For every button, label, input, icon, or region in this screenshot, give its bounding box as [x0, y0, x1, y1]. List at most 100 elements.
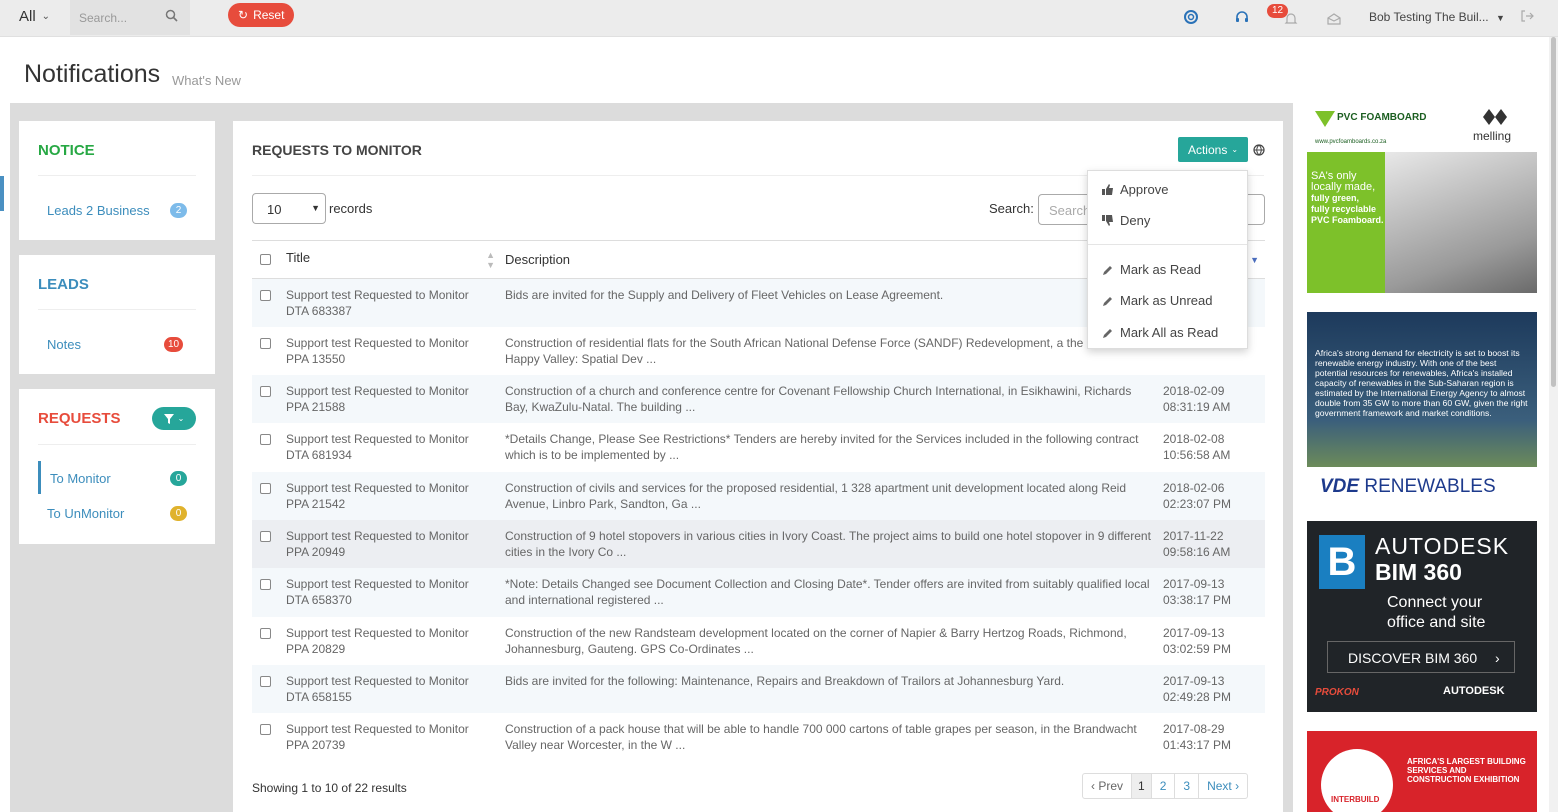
row-checkbox[interactable] — [260, 724, 271, 736]
menu-item-deny[interactable]: Deny — [1102, 213, 1150, 228]
ad-tagline: SA's only locally made, fully green, full… — [1311, 170, 1384, 226]
pagination-page-1[interactable]: 1 — [1131, 774, 1151, 798]
sidebar-item-leads2business[interactable]: Leads 2 Business — [47, 203, 150, 218]
table-row[interactable]: Support test Requested to Monitor DTA 658… — [252, 568, 1265, 617]
actions-button[interactable]: Actions ⌄ — [1178, 137, 1248, 162]
pagination-next[interactable]: Next › — [1198, 774, 1247, 798]
column-header-description[interactable]: Description — [505, 240, 1163, 279]
sidebar-item-notes[interactable]: Notes — [47, 337, 81, 352]
ad-pvc-foamboard[interactable]: PVC FOAMBOARD www.pvcfoamboards.co.za me… — [1307, 103, 1537, 293]
thumbs-down-icon — [1102, 215, 1113, 226]
headset-icon[interactable] — [1234, 9, 1250, 25]
select-all-checkbox[interactable] — [260, 253, 271, 265]
requests-title: REQUESTS — [38, 410, 121, 427]
table-row[interactable]: Support test Requested to Monitor PPA 209… — [252, 519, 1265, 569]
panel-title: REQUESTS TO MONITOR — [252, 142, 422, 158]
menu-divider — [1088, 244, 1247, 245]
ad-interbuild[interactable]: INTERBUILD AFRICA'S LARGEST BUILDING SER… — [1307, 731, 1537, 812]
envelope-icon[interactable] — [1326, 11, 1342, 27]
table-row[interactable]: Support test Requested to Monitor PPA 207… — [252, 713, 1265, 761]
ad-line2: BIM 360 — [1375, 559, 1462, 585]
row-checkbox[interactable] — [260, 530, 271, 542]
pagination-page-3[interactable]: 3 — [1174, 774, 1198, 798]
reset-button[interactable]: ↻ Reset — [228, 3, 295, 27]
user-menu[interactable]: Bob Testing The Buil... ▼ — [1369, 10, 1505, 24]
row-checkbox[interactable] — [260, 482, 271, 494]
pencil-icon — [1103, 265, 1112, 275]
lifebuoy-icon[interactable] — [1183, 9, 1199, 25]
row-checkbox[interactable] — [260, 290, 271, 301]
row-date: 2017-09-13 03:38:17 PM — [1163, 577, 1232, 608]
row-date: 2017-11-22 09:58:16 AM — [1163, 528, 1231, 559]
thumbs-up-icon — [1102, 184, 1113, 195]
chevron-down-icon: ▼ — [1495, 13, 1505, 23]
count-badge: 0 — [170, 471, 187, 486]
table-row[interactable]: Support test Requested to Monitor PPA 215… — [252, 471, 1265, 520]
ad-vde-brand[interactable]: VDE RENEWABLES — [1320, 476, 1496, 498]
ad-cta[interactable]: DISCOVER BIM 360 › — [1327, 641, 1515, 673]
sidebar-item-to-unmonitor[interactable]: To UnMonitor — [47, 506, 124, 521]
ad-foot-autodesk: AUTODESK — [1443, 685, 1505, 697]
divider — [38, 175, 196, 176]
row-description: Construction of a church and conference … — [505, 384, 1132, 415]
row-checkbox[interactable] — [260, 579, 271, 591]
records-per-page-value: 10 — [267, 202, 282, 217]
ad-partner: melling — [1473, 129, 1512, 143]
ad-autodesk-bim360[interactable]: B AUTODESK BIM 360 Connect your office an… — [1307, 521, 1537, 712]
menu-item-approve[interactable]: Approve — [1102, 182, 1168, 197]
row-title: Support test Requested to Monitor DTA 683… — [286, 288, 469, 318]
row-date: 2017-08-29 01:43:17 PM — [1163, 722, 1232, 753]
table-row[interactable]: Support test Requested to Monitor DTA 658… — [252, 664, 1265, 714]
pagination-page-2[interactable]: 2 — [1150, 774, 1175, 798]
table-row[interactable]: Support test Requested to Monitor PPA 208… — [252, 617, 1265, 665]
row-description: Construction of civils and services for … — [505, 480, 1127, 511]
row-checkbox[interactable] — [260, 337, 271, 349]
row-description: Construction of residential flats for th… — [505, 335, 1128, 366]
pagination: ‹ Prev 1 2 3 Next › — [1082, 773, 1249, 799]
ad-line1: AUTODESK — [1375, 533, 1510, 559]
chevron-down-icon: ⌄ — [41, 11, 51, 22]
leads-title: LEADS — [38, 276, 89, 293]
pagination-prev[interactable]: ‹ Prev — [1083, 774, 1131, 798]
actions-menu: Approve Deny Mark as Read Mark as Unread… — [1087, 170, 1248, 349]
row-description: Construction of a pack house that will b… — [505, 722, 1137, 753]
pvc-logo-icon — [1315, 111, 1335, 127]
row-title: Support test Requested to Monitor PPA 215… — [286, 480, 469, 511]
column-header-title[interactable]: Title ▲ ▼ — [286, 240, 505, 279]
scope-dropdown[interactable]: All ⌄ — [10, 0, 70, 33]
interbuild-logo: INTERBUILD — [1321, 749, 1393, 812]
row-date: 2018-02-09 08:31:19 AM — [1163, 384, 1231, 415]
user-name: Bob Testing The Buil... — [1369, 10, 1489, 24]
menu-item-mark-unread[interactable]: Mark as Unread — [1102, 293, 1212, 308]
sort-desc-icon: ▼ — [1250, 254, 1259, 265]
row-checkbox[interactable] — [260, 386, 271, 398]
divider — [38, 309, 196, 310]
ad-vde-renewables[interactable]: Africa's strong demand for electricity i… — [1307, 312, 1537, 467]
menu-item-mark-read[interactable]: Mark as Read — [1102, 262, 1201, 277]
ad-text: Africa's strong demand for electricity i… — [1315, 348, 1528, 418]
records-per-page-select[interactable]: 10 ▼ — [252, 193, 326, 224]
table-row[interactable]: Support test Requested to Monitor DTA 681… — [252, 423, 1265, 471]
search-icon[interactable] — [165, 9, 178, 22]
table-row[interactable]: Support test Requested to Monitor PPA 215… — [252, 375, 1265, 424]
sidebar-item-to-monitor[interactable]: To Monitor — [50, 471, 111, 486]
filter-button[interactable]: ⌄ — [152, 407, 196, 430]
menu-item-mark-all-read[interactable]: Mark All as Read — [1102, 325, 1218, 340]
row-date: 2017-09-13 03:02:59 PM — [1163, 625, 1232, 656]
leads-card: LEADS Notes 10 — [19, 255, 215, 374]
row-checkbox[interactable] — [260, 434, 271, 446]
logout-icon[interactable] — [1520, 9, 1534, 23]
left-accent-bar — [0, 176, 4, 211]
row-checkbox[interactable] — [260, 675, 271, 687]
scope-label: All — [19, 8, 36, 25]
count-badge: 10 — [164, 337, 184, 352]
bell-icon[interactable] — [1283, 11, 1299, 27]
row-title: Support test Requested to Monitor PPA 215… — [286, 384, 469, 415]
scrollbar-thumb[interactable] — [1551, 37, 1556, 387]
row-checkbox[interactable] — [260, 627, 271, 639]
search-box[interactable]: Search... — [70, 0, 190, 35]
caret-down-icon: ▼ — [311, 203, 320, 213]
globe-icon[interactable] — [1253, 144, 1265, 156]
pencil-icon — [1103, 296, 1112, 306]
pencil-icon — [1103, 328, 1112, 338]
